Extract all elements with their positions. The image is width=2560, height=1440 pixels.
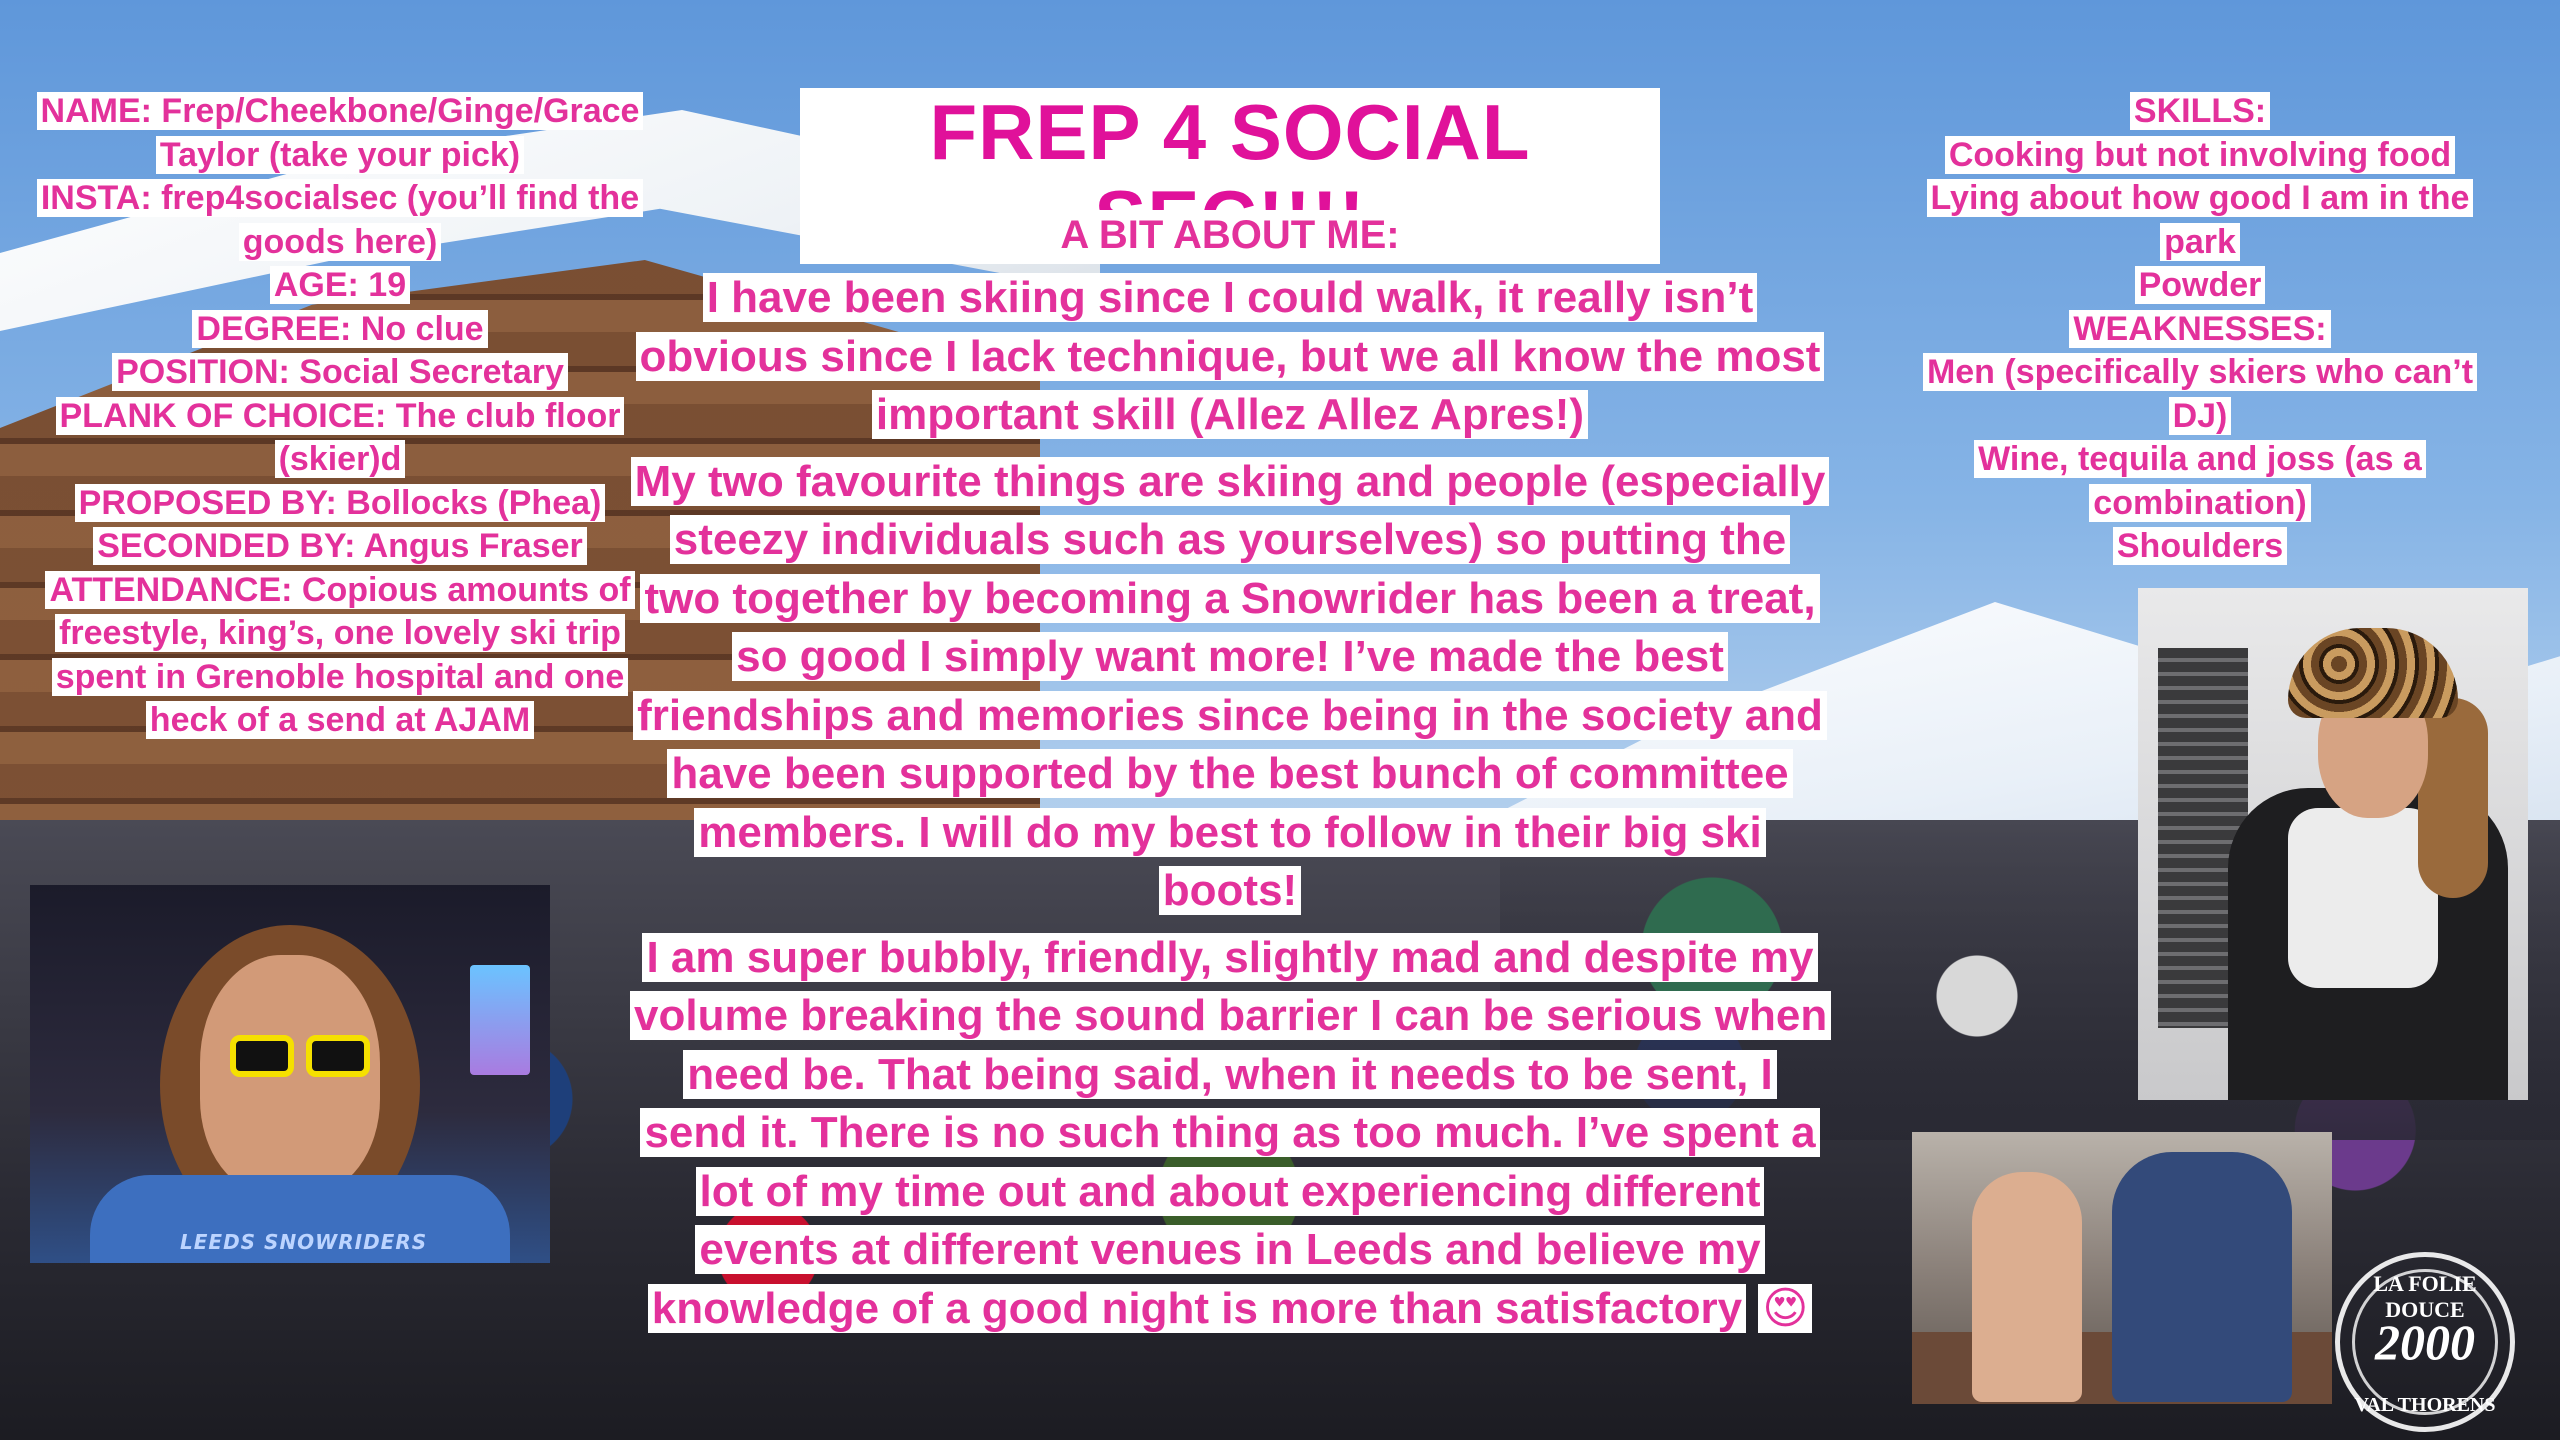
heart-eyes-emoji-icon: 😍: [1758, 1283, 1813, 1333]
weakness-item: DJ): [2168, 396, 2232, 435]
skill-item: park: [2160, 222, 2240, 261]
about-paragraph-1: I have been skiing since I could walk, i…: [630, 269, 1830, 445]
shirt-logo: LEEDS SNOWRIDERS: [180, 1230, 428, 1254]
la-folie-douce-logo: LA FOLIE DOUCE 2000 VAL THORENS: [2335, 1252, 2515, 1432]
info-attendance-2: freestyle, king’s, one lovely ski trip: [55, 614, 625, 653]
skills-heading: SKILLS:: [2129, 92, 2271, 130]
skills-weaknesses: SKILLS: Cooking but not involving food L…: [1900, 90, 2500, 569]
about-heading: A BIT ABOUT ME:: [1056, 210, 1404, 262]
info-name-2: Taylor (take your pick): [155, 135, 525, 174]
info-proposed: PROPOSED BY: Bollocks (Phea): [74, 483, 606, 522]
info-attendance-4: heck of a send at AJAM: [145, 701, 535, 740]
weakness-item: Men (specifically skiers who can’t: [1922, 353, 2478, 392]
info-insta-1: INSTA: frep4socialsec (you’ll find the: [36, 179, 644, 218]
info-attendance-3: spent in Grenoble hospital and one: [51, 657, 629, 696]
about-paragraph-2: My two favourite things are skiing and p…: [630, 453, 1830, 921]
leopard-hat-photo: [2138, 588, 2528, 1100]
yellow-sunglasses-icon: [230, 1035, 370, 1077]
info-degree: DEGREE: No clue: [192, 309, 488, 348]
info-name-1: NAME: Frep/Cheekbone/Ginge/Grace: [36, 92, 644, 130]
info-age: AGE: 19: [269, 266, 411, 305]
about-section: A BIT ABOUT ME: I have been skiing since…: [630, 210, 1832, 1339]
weakness-item: Wine, tequila and joss (as a: [1974, 440, 2426, 479]
weakness-item: combination): [2089, 483, 2311, 522]
skill-item: Powder: [2134, 266, 2266, 305]
leopard-hat-icon: [2288, 628, 2458, 718]
info-seconded: SECONDED BY: Angus Fraser: [93, 527, 587, 566]
weakness-item: Shoulders: [2112, 527, 2288, 566]
about-paragraph-3: I am super bubbly, friendly, slightly ma…: [630, 929, 1832, 1339]
weaknesses-heading: WEAKNESSES:: [2069, 309, 2331, 348]
party-photo: [1912, 1132, 2332, 1404]
info-position: POSITION: Social Secretary: [112, 353, 568, 392]
skill-item: Cooking but not involving food: [1944, 135, 2456, 174]
candidate-info: NAME: Frep/Cheekbone/Ginge/Grace Taylor …: [10, 90, 670, 743]
info-plank-2: (skier)d: [274, 440, 406, 479]
sunglasses-photo: LEEDS SNOWRIDERS: [30, 885, 550, 1263]
info-plank-1: PLANK OF CHOICE: The club floor: [55, 396, 625, 435]
info-insta-2: goods here): [238, 222, 442, 261]
skill-item: Lying about how good I am in the: [1926, 179, 2474, 218]
info-attendance-1: ATTENDANCE: Copious amounts of: [45, 570, 635, 609]
